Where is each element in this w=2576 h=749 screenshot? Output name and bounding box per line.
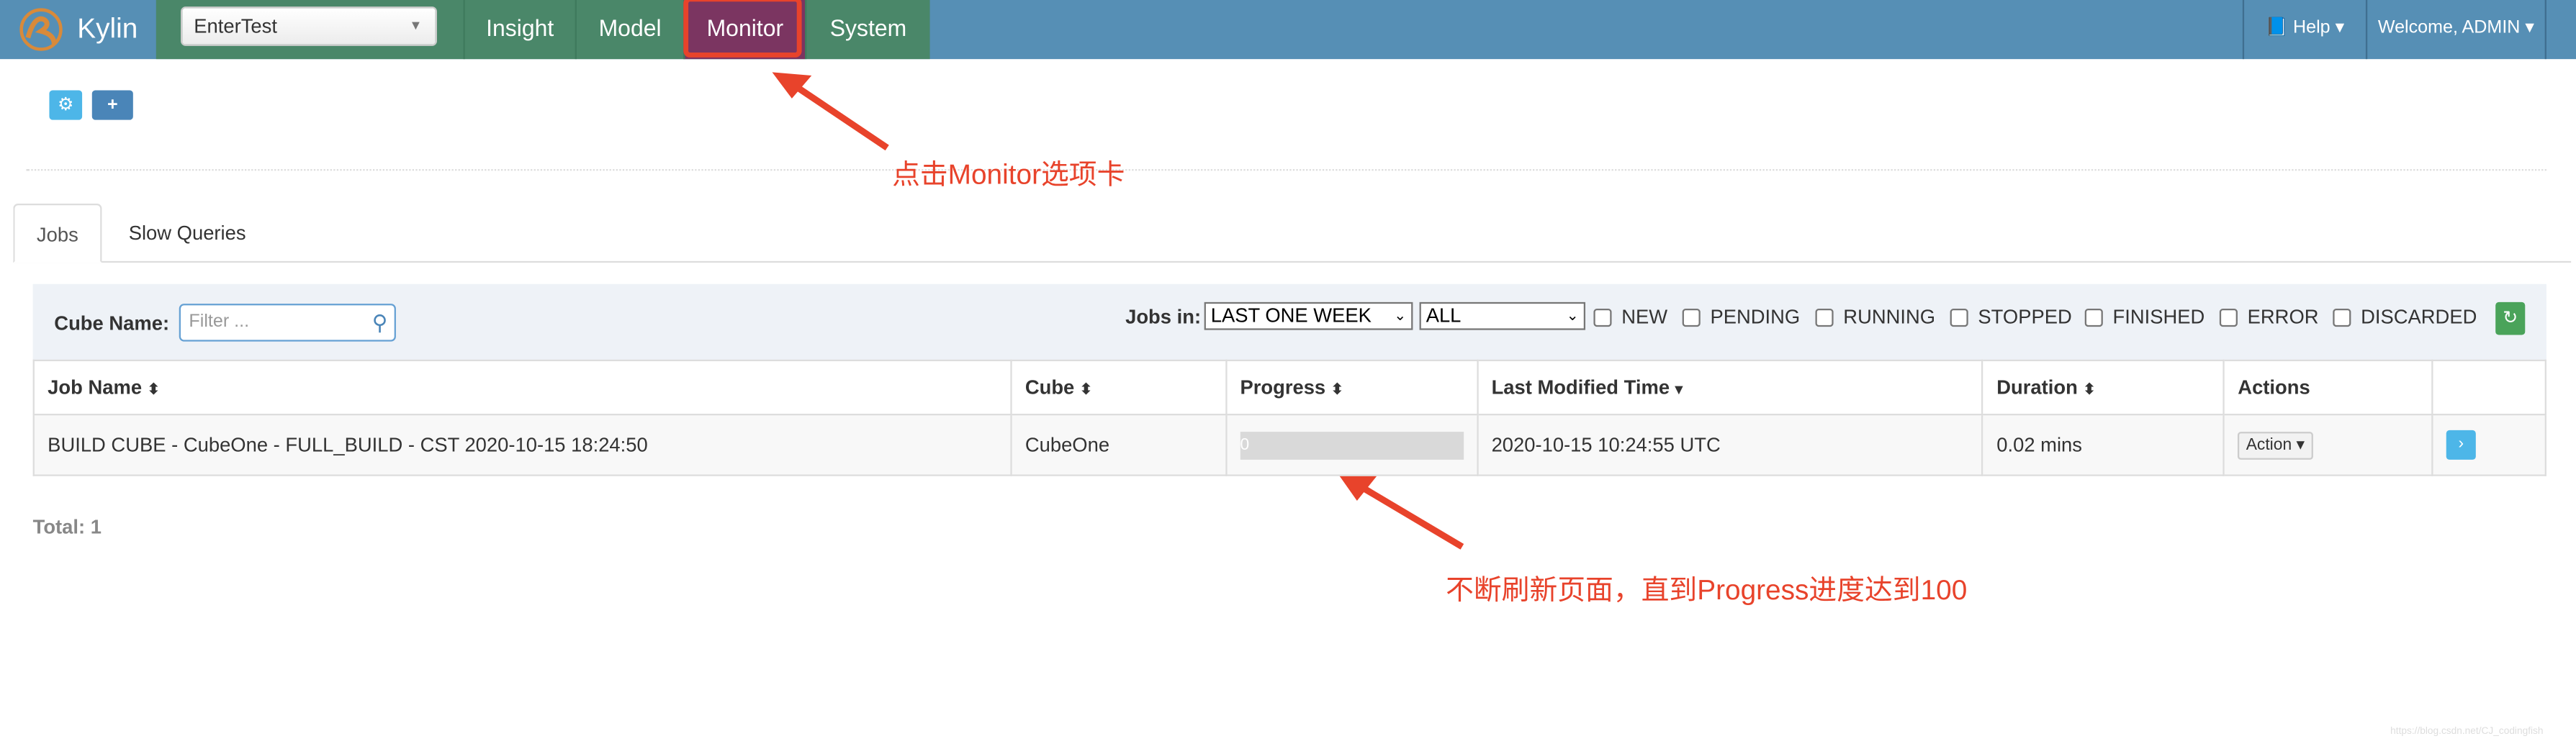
status-label-stopped: STOPPED xyxy=(1978,305,2072,329)
progress-bar: 0 xyxy=(1240,430,1464,459)
search-icon[interactable]: ⚲ xyxy=(372,305,388,340)
header-label: Last Modified Time xyxy=(1491,376,1670,399)
header-empty xyxy=(2431,359,2546,416)
status-label-finished: FINISHED xyxy=(2112,305,2205,329)
chevron-right-circle-icon: › xyxy=(2458,435,2464,453)
arrow-to-progress xyxy=(1337,473,1464,550)
tab-divider xyxy=(13,260,2572,263)
jobs-table: Job Name ⬍ Cube ⬍ Progress ⬍ Last Modifi… xyxy=(32,359,2546,476)
header-label: Job Name xyxy=(48,376,143,399)
cell-last-modified: 2020-10-15 10:24:55 UTC xyxy=(1477,414,1984,476)
cell-detail: › xyxy=(2431,414,2546,476)
time-range-select[interactable]: LAST ONE WEEK ⌄ xyxy=(1204,301,1413,330)
header-progress[interactable]: Progress ⬍ xyxy=(1225,359,1479,416)
cell-actions: Action ▾ xyxy=(2223,414,2433,476)
table-header-row: Job Name ⬍ Cube ⬍ Progress ⬍ Last Modifi… xyxy=(32,359,2546,416)
status-label-error: ERROR xyxy=(2247,305,2319,329)
action-dropdown-button[interactable]: Action ▾ xyxy=(2238,430,2313,459)
action-label: Action xyxy=(2246,435,2292,454)
checkbox-pending[interactable] xyxy=(1682,308,1701,327)
jobs-in-label: Jobs in: xyxy=(1125,305,1202,329)
status-label-pending: PENDING xyxy=(1710,305,1801,329)
header-job-name[interactable]: Job Name ⬍ xyxy=(32,359,1012,416)
table-row[interactable]: BUILD CUBE - CubeOne - FULL_BUILD - CST … xyxy=(32,414,2546,476)
annotation-refresh-hint: 不断刷新页面，直到Progress进度达到100 xyxy=(1446,574,1968,607)
refresh-icon: ↻ xyxy=(2503,308,2518,329)
tab-slow-queries[interactable]: Slow Queries xyxy=(115,204,260,263)
watermark: https://blog.csdn.net/CJ_codingfish xyxy=(2390,727,2544,737)
header-label: Duration xyxy=(1996,376,2078,399)
arrow-to-monitor xyxy=(772,72,889,151)
cell-progress: 0 xyxy=(1225,414,1479,476)
status-label-new: NEW xyxy=(1621,305,1668,329)
checkbox-new[interactable] xyxy=(1593,308,1612,327)
sort-icon: ⬍ xyxy=(147,381,160,398)
job-detail-button[interactable]: › xyxy=(2446,430,2476,460)
status-label-discarded: DISCARDED xyxy=(2361,305,2477,329)
sort-icon: ⬍ xyxy=(1079,381,1093,398)
sort-icon: ⬍ xyxy=(1330,381,1344,398)
cell-cube: CubeOne xyxy=(1010,414,1228,476)
filter-placeholder: Filter ... xyxy=(189,312,250,332)
cell-job-name: BUILD CUBE - CubeOne - FULL_BUILD - CST … xyxy=(32,414,1012,476)
header-last-modified[interactable]: Last Modified Time ▾ xyxy=(1477,359,1984,416)
cube-name-label: Cube Name: xyxy=(54,312,170,335)
sort-icon: ⬍ xyxy=(2083,381,2096,398)
checkbox-discarded[interactable] xyxy=(2333,308,2351,327)
chevron-down-icon: ⌄ xyxy=(1394,307,1407,324)
header-label: Progress xyxy=(1240,376,1326,399)
progress-value: 0 xyxy=(1240,435,1250,454)
header-actions: Actions xyxy=(2223,359,2433,416)
tab-jobs[interactable]: Jobs xyxy=(13,203,102,263)
cell-duration: 0.02 mins xyxy=(1981,414,2225,476)
job-type-select[interactable]: ALL ⌄ xyxy=(1419,301,1586,330)
checkbox-stopped[interactable] xyxy=(1950,308,1968,327)
header-label: Cube xyxy=(1024,376,1075,399)
checkbox-finished[interactable] xyxy=(2084,308,2103,327)
sort-desc-icon: ▾ xyxy=(1675,381,1683,398)
header-duration[interactable]: Duration ⬍ xyxy=(1981,359,2225,416)
checkbox-error[interactable] xyxy=(2219,308,2238,327)
status-label-running: RUNNING xyxy=(1843,305,1936,329)
checkbox-running[interactable] xyxy=(1815,308,1834,327)
refresh-button[interactable]: ↻ xyxy=(2495,301,2526,335)
job-type-value: ALL xyxy=(1426,304,1462,327)
annotation-click-monitor: 点击Monitor选项卡 xyxy=(892,159,1125,191)
header-cube[interactable]: Cube ⬍ xyxy=(1010,359,1228,416)
chevron-down-icon: ⌄ xyxy=(1566,307,1579,324)
time-range-value: LAST ONE WEEK xyxy=(1210,304,1372,327)
cube-name-filter-input[interactable]: Filter ... ⚲ xyxy=(179,304,396,342)
total-count: Total: 1 xyxy=(32,515,102,539)
caret-down-icon: ▾ xyxy=(2296,435,2305,454)
